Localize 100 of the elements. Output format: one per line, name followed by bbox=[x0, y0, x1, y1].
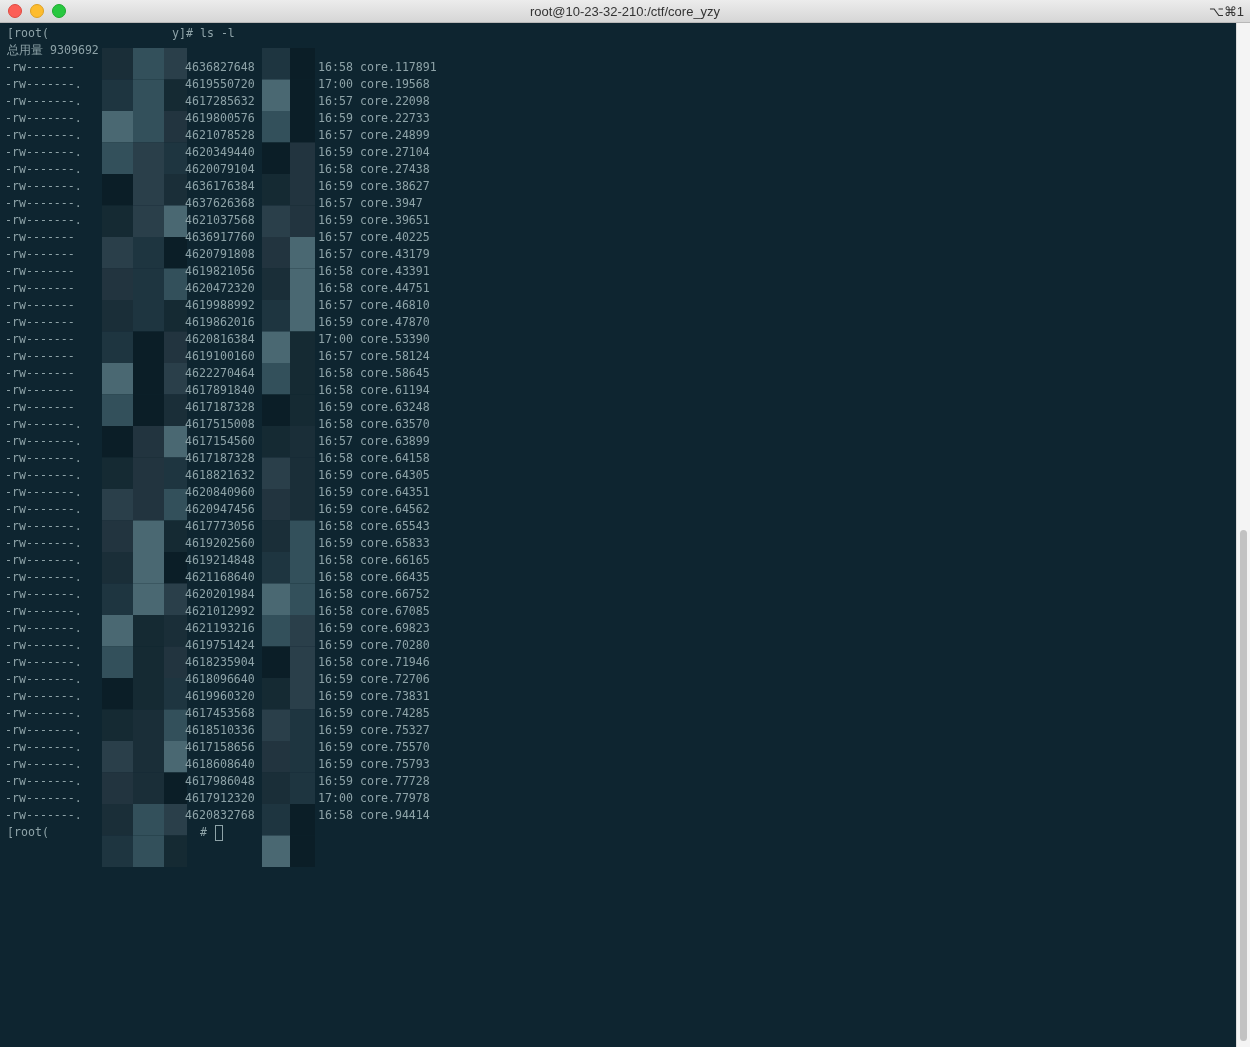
file-name: core.64305 bbox=[360, 467, 430, 484]
permissions-text: -rw-------. bbox=[5, 518, 83, 535]
permissions-text: -rw-------. bbox=[5, 773, 83, 790]
file-name: core.22733 bbox=[360, 110, 430, 127]
permissions-text: -rw------- bbox=[5, 399, 76, 416]
close-button[interactable] bbox=[8, 4, 22, 18]
prompt-text: y]# bbox=[172, 25, 193, 42]
size-text: 4619800576 bbox=[185, 110, 256, 127]
permissions-text: -rw-------. bbox=[5, 722, 83, 739]
size-text: 4620201984 bbox=[185, 586, 256, 603]
file-name: core.58124 bbox=[360, 348, 430, 365]
file-name: core.19568 bbox=[360, 76, 430, 93]
file-name: core.67085 bbox=[360, 603, 430, 620]
permissions-text: -rw-------. bbox=[5, 535, 83, 552]
file-name: core.27438 bbox=[360, 161, 430, 178]
file-name: core.63248 bbox=[360, 399, 430, 416]
file-name: core.24899 bbox=[360, 127, 430, 144]
file-name: core.75793 bbox=[360, 756, 430, 773]
permissions-text: -rw-------. bbox=[5, 127, 83, 144]
time-text: 16:58 bbox=[318, 518, 354, 535]
file-name: core.69823 bbox=[360, 620, 430, 637]
scroll-bar[interactable] bbox=[1236, 23, 1250, 1047]
time-text: 16:59 bbox=[318, 671, 354, 688]
size-text: 4637626368 bbox=[185, 195, 256, 212]
file-name: core.66165 bbox=[360, 552, 430, 569]
file-name: core.66752 bbox=[360, 586, 430, 603]
permissions-text: -rw-------. bbox=[5, 756, 83, 773]
file-name: core.75570 bbox=[360, 739, 430, 756]
time-text: 16:59 bbox=[318, 773, 354, 790]
file-name: core.117891 bbox=[360, 59, 437, 76]
permissions-text: -rw-------. bbox=[5, 790, 83, 807]
size-text: 4621078528 bbox=[185, 127, 256, 144]
time-text: 16:58 bbox=[318, 263, 354, 280]
time-text: 16:58 bbox=[318, 552, 354, 569]
size-text: 4620832768 bbox=[185, 807, 256, 824]
size-text: 4619960320 bbox=[185, 688, 256, 705]
time-text: 17:00 bbox=[318, 331, 354, 348]
time-text: 16:59 bbox=[318, 110, 354, 127]
file-name: core.38627 bbox=[360, 178, 430, 195]
permissions-text: -rw------- bbox=[5, 331, 76, 348]
file-name: core.63899 bbox=[360, 433, 430, 450]
permissions-text: -rw-------. bbox=[5, 807, 83, 824]
permissions-text: -rw------- bbox=[5, 59, 76, 76]
file-name: core.27104 bbox=[360, 144, 430, 161]
size-text: 4618235904 bbox=[185, 654, 256, 671]
text-cursor bbox=[215, 825, 223, 841]
minimize-button[interactable] bbox=[30, 4, 44, 18]
size-text: 4617515008 bbox=[185, 416, 256, 433]
file-name: core.66435 bbox=[360, 569, 430, 586]
file-name: core.94414 bbox=[360, 807, 430, 824]
size-text: 4619550720 bbox=[185, 76, 256, 93]
permissions-text: -rw-------. bbox=[5, 501, 83, 518]
time-text: 16:57 bbox=[318, 246, 354, 263]
time-text: 16:58 bbox=[318, 416, 354, 433]
zoom-button[interactable] bbox=[52, 4, 66, 18]
permissions-text: -rw------- bbox=[5, 382, 76, 399]
permissions-text: -rw-------. bbox=[5, 603, 83, 620]
scroll-thumb[interactable] bbox=[1240, 530, 1247, 1041]
time-text: 16:57 bbox=[318, 127, 354, 144]
file-name: core.22098 bbox=[360, 93, 430, 110]
size-text: 4618510336 bbox=[185, 722, 256, 739]
permissions-text: -rw-------. bbox=[5, 93, 83, 110]
file-name: core.65833 bbox=[360, 535, 430, 552]
time-text: 16:58 bbox=[318, 586, 354, 603]
file-name: core.64562 bbox=[360, 501, 430, 518]
prompt-text: [root( bbox=[7, 824, 50, 841]
file-name: core.75327 bbox=[360, 722, 430, 739]
file-name: core.77728 bbox=[360, 773, 430, 790]
permissions-text: -rw-------. bbox=[5, 450, 83, 467]
permissions-text: -rw-------. bbox=[5, 620, 83, 637]
prompt-text: [root( bbox=[7, 25, 50, 42]
permissions-text: -rw------- bbox=[5, 263, 76, 280]
time-text: 16:59 bbox=[318, 756, 354, 773]
file-name: core.58645 bbox=[360, 365, 430, 382]
size-text: 4620791808 bbox=[185, 246, 256, 263]
file-name: core.74285 bbox=[360, 705, 430, 722]
time-text: 16:59 bbox=[318, 314, 354, 331]
permissions-text: -rw-------. bbox=[5, 569, 83, 586]
time-text: 17:00 bbox=[318, 790, 354, 807]
size-text: 4617891840 bbox=[185, 382, 256, 399]
permissions-text: -rw-------. bbox=[5, 178, 83, 195]
time-text: 16:59 bbox=[318, 739, 354, 756]
size-text: 4618096640 bbox=[185, 671, 256, 688]
permissions-text: -rw-------. bbox=[5, 552, 83, 569]
permissions-text: -rw-------. bbox=[5, 739, 83, 756]
size-text: 4622270464 bbox=[185, 365, 256, 382]
permissions-text: -rw-------. bbox=[5, 484, 83, 501]
size-text: 4619821056 bbox=[185, 263, 256, 280]
time-text: 16:57 bbox=[318, 297, 354, 314]
size-text: 4620349440 bbox=[185, 144, 256, 161]
file-name: core.39651 bbox=[360, 212, 430, 229]
size-text: 4618821632 bbox=[185, 467, 256, 484]
size-text: 4636827648 bbox=[185, 59, 256, 76]
permissions-text: -rw------- bbox=[5, 280, 76, 297]
time-text: 16:58 bbox=[318, 603, 354, 620]
size-text: 4618608640 bbox=[185, 756, 256, 773]
file-name: core.47870 bbox=[360, 314, 430, 331]
time-text: 16:58 bbox=[318, 59, 354, 76]
time-text: 16:59 bbox=[318, 399, 354, 416]
file-name: core.43391 bbox=[360, 263, 430, 280]
